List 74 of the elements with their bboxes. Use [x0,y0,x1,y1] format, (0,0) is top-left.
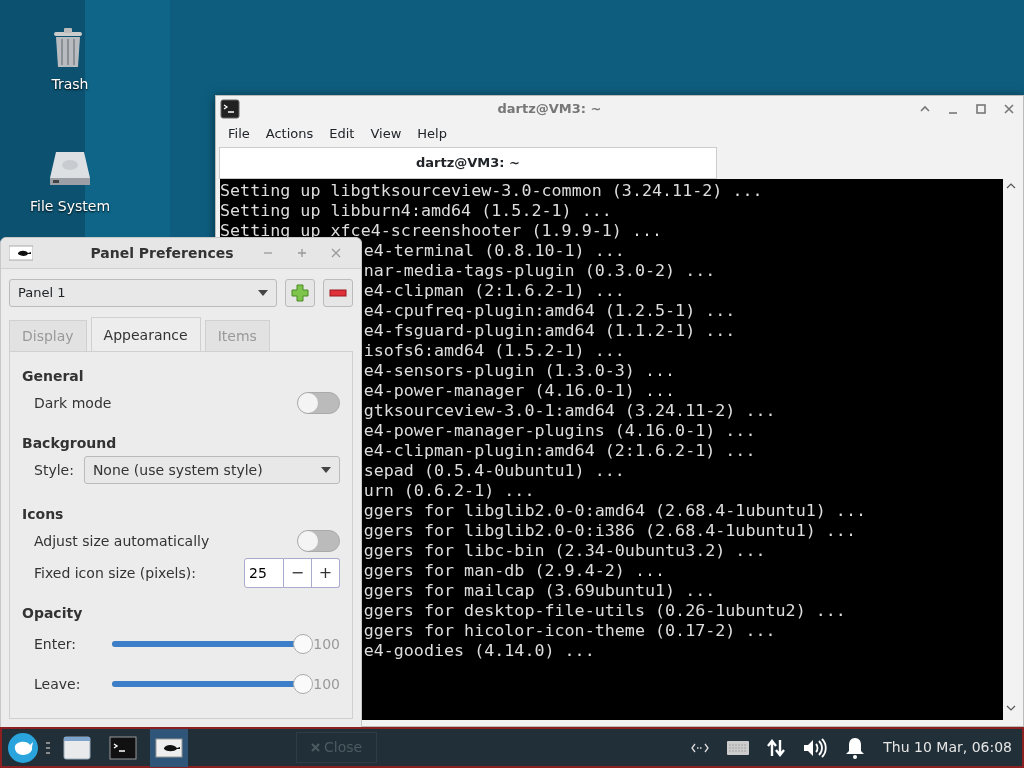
terminal-line: e4-goodies (4.14.0) ... [363,640,595,660]
terminal-line: ggers for libglib2.0-0:i386 (2.68.4-1ubuntu1) ... [363,520,856,540]
terminal-line: ggers for desktop-file-utils (0.26-1ubuntu2) ... [363,600,846,620]
increment-button[interactable]: + [312,558,340,588]
menu-item[interactable]: Actions [257,124,322,144]
setting-label: Style: [34,460,74,480]
terminal-line: ggers for man-db (2.9.4-2) ... [363,560,666,580]
terminal-line: urn (0.6.2-1) ... [363,480,535,500]
terminal-line: e4-clipman (2:1.6.2-1) ... [363,280,625,300]
terminal-line: ggers for libc-bin (2.34-0ubuntu3.2) ... [363,540,766,560]
bell-icon[interactable] [845,736,866,759]
setting-label: Adjust size automatically [34,531,211,551]
caret-icon [258,290,268,296]
terminal-line: ggers for hicolor-icon-theme (0.17-2) ... [363,620,776,640]
toggle-switch[interactable] [297,530,340,552]
terminal-line: ggers for mailcap (3.69ubuntu1) ... [363,580,716,600]
transfer-arrows-icon[interactable] [767,738,786,757]
setting-label: Leave: [34,674,82,694]
setting-label: Dark mode [34,393,113,413]
slider-thumb[interactable] [293,634,314,654]
menu-item[interactable]: Help [409,124,455,144]
window-title: dartz@VM3: ~ [496,99,603,118]
section-heading: Icons [22,505,65,524]
volume-icon[interactable] [803,737,828,758]
terminal-line: e4-clipman-plugin:amd64 (2:1.6.2-1) ... [363,440,756,460]
window-icon [62,733,92,762]
section-heading: Background [22,434,118,453]
terminal-line: e4-sensors-plugin (1.3.0-3) ... [363,360,676,380]
close-icon[interactable] [1003,102,1015,115]
tab[interactable]: Appearance [90,317,201,352]
terminal-line: nar-media-tags-plugin (0.3.0-2) ... [363,260,716,280]
desktop-icon-label[interactable]: File System [29,196,111,217]
terminal-line: gtksourceview-3.0-1:amd64 (3.24.11-2) ... [363,400,776,420]
terminal-line: e4-power-manager-plugins (4.16.0-1) ... [363,420,756,440]
setting-label: Enter: [34,634,78,654]
slider-thumb[interactable] [293,674,314,694]
desktop-icon-label[interactable]: Trash [51,74,89,95]
menu-item[interactable]: View [362,124,410,144]
maximize-icon[interactable] [975,102,987,115]
slider-value: 100 [313,674,340,694]
plus-icon [291,284,309,302]
terminal-line: e4-power-manager (4.16.0-1) ... [363,380,676,400]
network-icon[interactable] [691,742,710,753]
style-dropdown[interactable]: None (use system style) [83,456,340,484]
clock[interactable]: Thu 10 Mar, 06:08 [883,737,1012,758]
terminal-tab[interactable]: dartz@VM3: ~ [219,147,717,179]
terminal-line: e4-terminal (0.8.10-1) ... [363,240,625,260]
terminal-line: sepad (0.5.4-0ubuntu1) ... [363,460,625,480]
slider-value: 100 [313,634,340,654]
terminal-line: isofs6:amd64 (1.5.2-1) ... [363,340,625,360]
window-title: Panel Preferences [89,243,235,263]
separator-handle-icon [46,740,50,755]
minus-icon [329,289,347,297]
icon-size-field[interactable]: 25 [244,558,284,588]
terminal-icon [220,98,240,119]
setting-label: Fixed icon size (pixels): [34,563,197,583]
terminal-line: ggers for libglib2.0-0:amd64 (2.68.4-1ubuntu1) ... [363,500,866,520]
panel-dropdown[interactable]: Panel 1 [9,279,277,307]
caret-icon [321,467,331,473]
taskbar-button[interactable] [150,728,188,767]
section-heading: Opacity [22,604,84,623]
section-heading: General [22,367,85,386]
menu-item[interactable]: File [220,124,258,144]
toggle-switch[interactable] [297,392,340,414]
keyboard-icon[interactable] [727,740,750,755]
decrement-button[interactable]: − [284,558,312,588]
terminal-line: e4-cpufreq-plugin:amd64 (1.2.5-1) ... [363,300,736,320]
remove-panel-button[interactable] [323,279,353,307]
terminal-line: Setting up libburn4:amd64 (1.5.2-1) ... [220,200,612,220]
menu-item[interactable]: Edit [321,124,363,144]
close-icon [311,743,320,752]
terminal-line: e4-fsguard-plugin:amd64 (1.1.2-1) ... [363,320,736,340]
terminal-icon [108,733,138,762]
terminal-line: Setting up libgtksourceview-3.0-common (3.24.11-2) ... [220,180,763,200]
